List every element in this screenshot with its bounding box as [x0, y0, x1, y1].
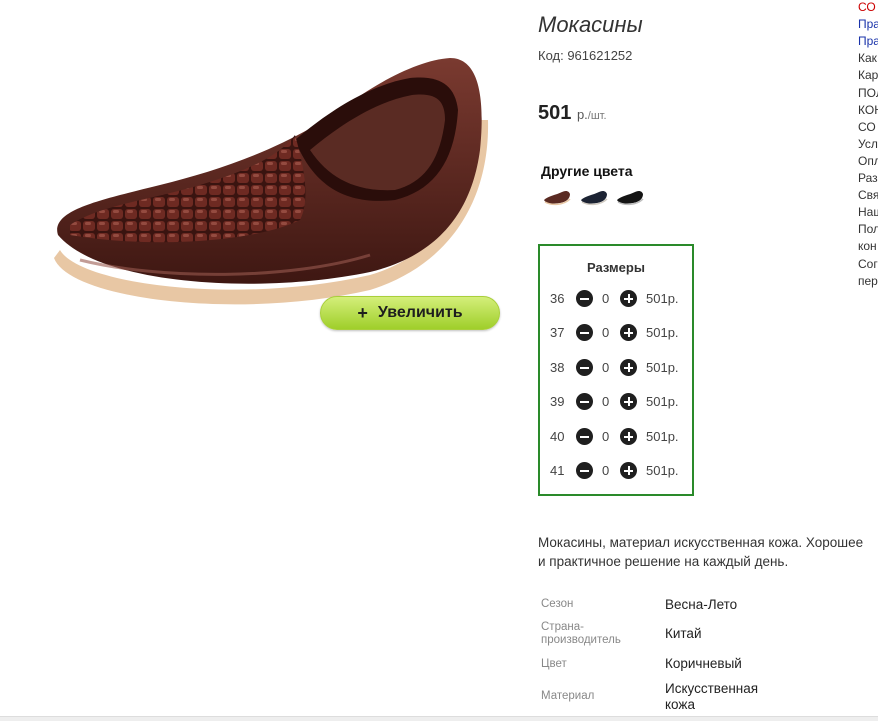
bottom-scrollbar[interactable] [0, 716, 878, 721]
price-value: 501 [538, 102, 572, 124]
right-menu-item[interactable]: Пра [858, 34, 878, 48]
size-quantity: 0 [602, 463, 610, 478]
sizes-title: Размеры [587, 260, 645, 275]
minus-icon[interactable] [576, 290, 593, 307]
attribute-label: Страна- производитель [541, 621, 621, 646]
size-price: 501р. [646, 463, 679, 478]
attribute-label: Сезон [541, 598, 574, 610]
size-row: 37 0 501р. [540, 323, 692, 343]
size-number: 40 [550, 429, 565, 444]
size-row: 40 0 501р. [540, 427, 692, 447]
product-price: 501 р./шт. [538, 102, 607, 125]
color-swatch-navy[interactable] [579, 186, 609, 208]
plus-icon[interactable] [620, 393, 637, 410]
size-quantity: 0 [602, 360, 610, 375]
color-swatch-black[interactable] [615, 186, 645, 208]
plus-icon[interactable] [620, 324, 637, 341]
right-menu-item[interactable]: Пол [858, 222, 878, 236]
size-number: 38 [550, 360, 565, 375]
minus-icon[interactable] [576, 359, 593, 376]
right-menu-item[interactable]: КОН [858, 103, 878, 117]
price-unit: р. [576, 107, 588, 122]
plus-icon: + [357, 302, 368, 323]
product-title: Мокасины [538, 12, 643, 37]
attribute-value: Искусственная кожа [665, 681, 759, 712]
size-price: 501р. [646, 360, 679, 375]
minus-icon[interactable] [576, 462, 593, 479]
plus-icon[interactable] [620, 359, 637, 376]
attribute-value: Коричневый [665, 656, 742, 671]
right-menu-item[interactable]: кон [858, 239, 877, 253]
right-menu-item[interactable]: Раз [858, 171, 878, 185]
plus-icon[interactable] [620, 462, 637, 479]
right-menu-item[interactable]: пер [858, 274, 878, 288]
product-image[interactable] [40, 40, 510, 310]
right-menu-item[interactable]: Наш [858, 205, 878, 219]
other-colors-title: Другие цвета [541, 163, 633, 179]
size-row: 38 0 501р. [540, 358, 692, 378]
minus-icon[interactable] [576, 428, 593, 445]
right-menu-item[interactable]: Свя [858, 188, 878, 202]
right-menu-item[interactable]: СО [858, 120, 876, 134]
attribute-label: Цвет [541, 658, 567, 670]
description-line: Мокасины, материал искусственная кожа. Х… [538, 535, 864, 550]
right-menu-item[interactable]: Кар [858, 68, 878, 82]
minus-icon[interactable] [576, 393, 593, 410]
size-price: 501р. [646, 291, 679, 306]
product-description: Мокасины, материал искусственная кожа. Х… [538, 533, 878, 571]
price-per: /шт. [587, 110, 607, 122]
size-price: 501р. [646, 325, 679, 340]
right-menu-item[interactable]: ПОЛ [858, 86, 878, 100]
size-number: 41 [550, 463, 565, 478]
product-code: Код: 961621252 [538, 48, 633, 63]
right-menu-item[interactable]: СО [858, 0, 876, 14]
size-quantity: 0 [602, 394, 610, 409]
right-menu-item[interactable]: Опл [858, 154, 878, 168]
attribute-value: Весна-Лето [665, 597, 738, 612]
size-price: 501р. [646, 429, 679, 444]
right-menu-item[interactable]: Сог [858, 257, 878, 271]
sizes-box: Размеры 36 0 501р. 37 0 501р. 38 0 501р.… [538, 244, 694, 496]
size-row: 39 0 501р. [540, 392, 692, 412]
size-number: 39 [550, 394, 565, 409]
color-swatch-brown[interactable] [542, 186, 572, 208]
size-quantity: 0 [602, 325, 610, 340]
minus-icon[interactable] [576, 324, 593, 341]
size-price: 501р. [646, 394, 679, 409]
zoom-button[interactable]: + Увеличить [320, 296, 500, 330]
zoom-label: Увеличить [377, 304, 463, 321]
size-row: 36 0 501р. [540, 289, 692, 309]
plus-icon[interactable] [620, 428, 637, 445]
size-quantity: 0 [602, 429, 610, 444]
size-quantity: 0 [602, 291, 610, 306]
attribute-label: Материал [541, 690, 595, 702]
size-number: 36 [550, 291, 565, 306]
attribute-value: Китай [665, 626, 702, 641]
right-menu-item[interactable]: Пра [858, 17, 878, 31]
description-line: и практичное решение на каждый день. [538, 554, 789, 569]
right-menu-item[interactable]: Как [858, 51, 877, 65]
plus-icon[interactable] [620, 290, 637, 307]
size-row: 41 0 501р. [540, 461, 692, 481]
size-number: 37 [550, 325, 565, 340]
right-menu-item[interactable]: Усл [858, 137, 878, 151]
